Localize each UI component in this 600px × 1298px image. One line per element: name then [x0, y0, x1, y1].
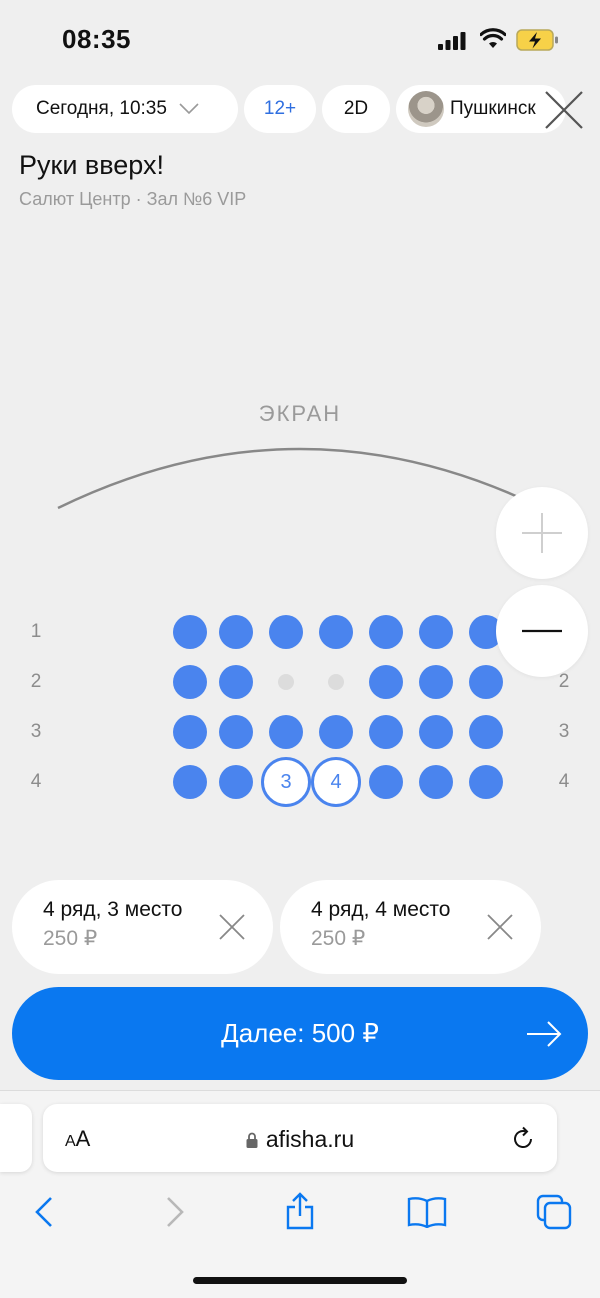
seat-available[interactable]: [319, 615, 353, 649]
row-label-right-4: 4: [558, 771, 570, 792]
seat-selected[interactable]: 3: [261, 757, 311, 807]
row-label-left-3: 3: [30, 721, 42, 742]
seat-available[interactable]: [219, 715, 253, 749]
seat-available[interactable]: [369, 665, 403, 699]
close-icon[interactable]: [540, 86, 588, 134]
plus-icon: [522, 513, 562, 553]
bookmarks-icon[interactable]: [407, 1196, 447, 1228]
pushkin-portrait-icon: [408, 91, 444, 127]
movie-title: Руки вверх!: [19, 150, 165, 180]
screen-label: ЭКРАН: [258, 401, 342, 426]
forward-icon[interactable]: [165, 1196, 185, 1228]
seat-available[interactable]: [173, 665, 207, 699]
seat-available[interactable]: [173, 715, 207, 749]
row-label-left-1: 1: [30, 621, 42, 642]
seat-available[interactable]: [269, 715, 303, 749]
lock-icon: [246, 1132, 258, 1148]
selected-ticket: 4 ряд, 3 место 250 ₽: [12, 880, 273, 974]
seat-available[interactable]: [219, 615, 253, 649]
seat-available[interactable]: [173, 765, 207, 799]
remove-ticket-icon[interactable]: [487, 914, 513, 940]
seat-available[interactable]: [369, 765, 403, 799]
seat-available[interactable]: [419, 665, 453, 699]
age-rating-badge[interactable]: 12+: [244, 85, 316, 133]
format-badge[interactable]: 2D: [322, 85, 390, 133]
home-indicator: [193, 1277, 407, 1284]
wifi-icon: [480, 28, 506, 48]
seat-available[interactable]: [319, 715, 353, 749]
battery-charging-icon: [516, 29, 558, 51]
seat-available[interactable]: [469, 665, 503, 699]
pushkin-card-label: Пушкинск: [450, 98, 536, 119]
seat-available[interactable]: [369, 715, 403, 749]
next-button-label: Далее: 500 ₽: [221, 1018, 379, 1048]
minus-icon: [522, 629, 562, 633]
seat-available[interactable]: [419, 615, 453, 649]
back-icon[interactable]: [34, 1196, 54, 1228]
seat-available[interactable]: [219, 665, 253, 699]
chevron-down-icon: [179, 103, 199, 115]
seat-selected[interactable]: 4: [311, 757, 361, 807]
selected-ticket: 4 ряд, 4 место 250 ₽: [280, 880, 541, 974]
seat-available[interactable]: [469, 765, 503, 799]
seat-available[interactable]: [469, 715, 503, 749]
row-label-left-2: 2: [30, 671, 42, 692]
venue-info: Салют Центр · Зал №6 VIP: [19, 189, 247, 209]
date-time-selector[interactable]: Сегодня, 10:35: [12, 85, 238, 133]
seat-available[interactable]: [419, 715, 453, 749]
cellular-signal-icon: [438, 32, 466, 50]
status-time: 08:35: [62, 24, 131, 54]
next-button[interactable]: Далее: 500 ₽: [12, 987, 588, 1080]
remove-ticket-icon[interactable]: [219, 914, 245, 940]
date-time-label: Сегодня, 10:35: [36, 98, 167, 119]
row-label-left-4: 4: [30, 771, 42, 792]
tabs-icon[interactable]: [536, 1194, 572, 1230]
url-text: afisha.ru: [265, 1126, 355, 1152]
arrow-right-icon: [527, 1021, 562, 1047]
seat-available[interactable]: [419, 765, 453, 799]
seat-available[interactable]: [173, 615, 207, 649]
zoom-in-button[interactable]: [496, 487, 588, 579]
seat-available[interactable]: [219, 765, 253, 799]
reload-icon[interactable]: [510, 1126, 536, 1152]
row-label-right-3: 3: [558, 721, 570, 742]
zoom-out-button[interactable]: [496, 585, 588, 677]
seat-unavailable: [328, 674, 344, 690]
seat-available[interactable]: [269, 615, 303, 649]
share-icon[interactable]: [284, 1192, 316, 1230]
seat-unavailable: [278, 674, 294, 690]
seat-available[interactable]: [369, 615, 403, 649]
